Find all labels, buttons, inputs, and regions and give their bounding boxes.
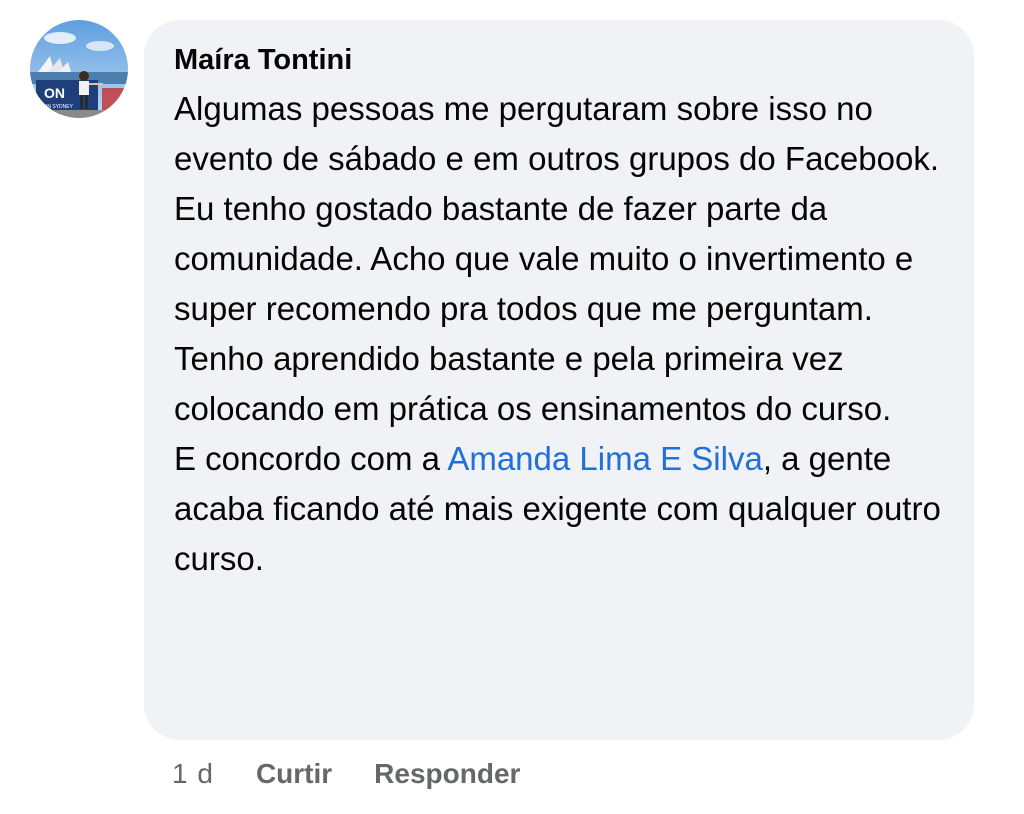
comment-actions: 1 d Curtir Responder <box>172 754 562 794</box>
svg-text:IN SYDNEY: IN SYDNEY <box>46 104 74 110</box>
comment-paragraph: Algumas pessoas me pergutaram sobre isso… <box>174 90 940 177</box>
comment-paragraph: Tenho aprendido bastante e pela primeira… <box>174 340 892 427</box>
comment-author[interactable]: Maíra Tontini <box>174 42 352 78</box>
comment-timestamp[interactable]: 1 d <box>172 758 214 790</box>
reply-button[interactable]: Responder <box>374 758 520 790</box>
comment-paragraph: Eu tenho gostado bastante de fazer parte… <box>174 190 914 327</box>
avatar-photo: ON IN SYDNEY <box>30 20 128 118</box>
comment-bubble: Maíra Tontini Algumas pessoas me perguta… <box>144 20 974 740</box>
mention-link[interactable]: Amanda Lima E Silva <box>447 440 762 477</box>
comment-body: Algumas pessoas me pergutaram sobre isso… <box>174 84 944 584</box>
avatar-banner-text: ON <box>44 85 65 101</box>
comment-text-before-mention: E concordo com a <box>174 440 448 477</box>
like-button[interactable]: Curtir <box>256 758 332 790</box>
avatar[interactable]: ON IN SYDNEY <box>30 20 128 118</box>
comment-paragraph-last: E concordo com a Amanda Lima E Silva, a … <box>174 434 944 584</box>
